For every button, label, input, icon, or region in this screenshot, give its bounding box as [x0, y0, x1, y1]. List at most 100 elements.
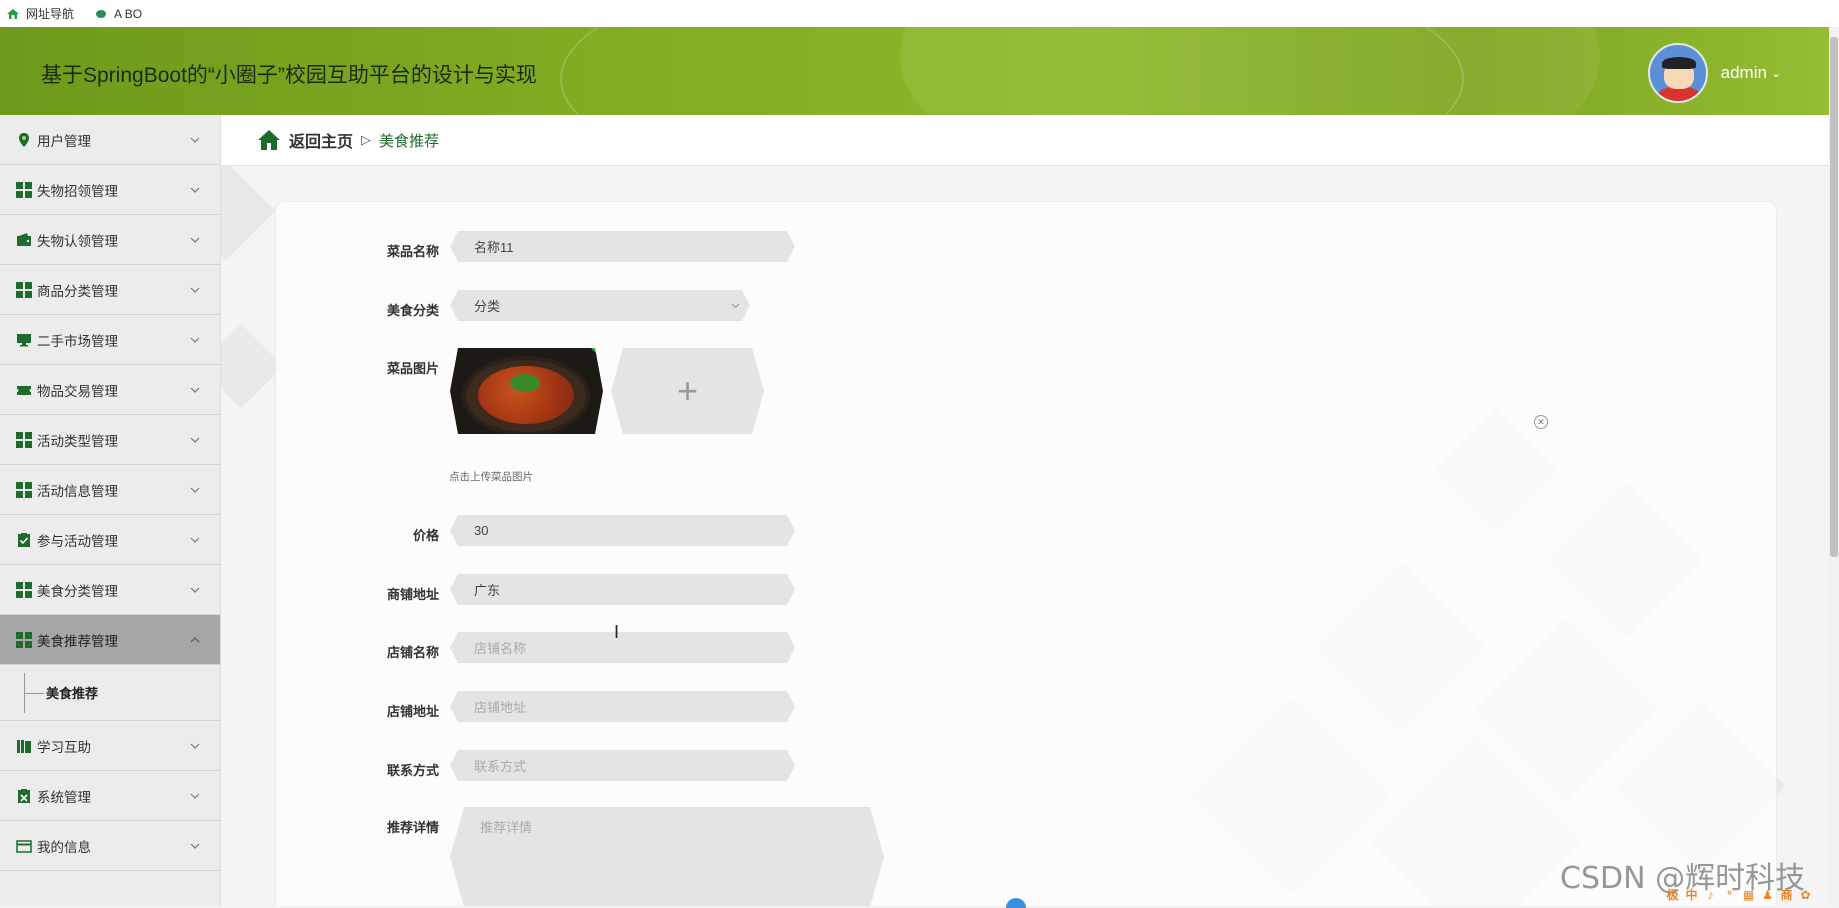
breadcrumb: 返回主页 ▷ 美食推荐 [221, 115, 1829, 166]
shop-address-input[interactable]: 广东 [450, 574, 795, 605]
sidebar-item-label: 失物招领管理 [37, 183, 118, 199]
sidebar-item-label: 二手市场管理 [37, 333, 118, 349]
sidebar-item-my-info[interactable]: 我的信息 [0, 821, 220, 871]
bookmark-nav[interactable]: 网址导航 [6, 5, 74, 22]
form-row-price: 价格 30 [276, 515, 795, 546]
chevron-down-icon[interactable]: ⌄ [1771, 66, 1781, 80]
tray-icon[interactable]: ▦ [1740, 887, 1757, 903]
id-card-icon [16, 839, 32, 853]
sidebar-item-label: 活动类型管理 [37, 433, 118, 449]
scrollbar-thumb[interactable] [1830, 37, 1838, 557]
sidebar-item-label: 参与活动管理 [37, 533, 118, 549]
store-name-input[interactable]: 店铺名称 [450, 632, 795, 663]
sidebar-item-lost-found[interactable]: 失物招领管理 [0, 165, 220, 215]
sidebar: 用户管理 失物招领管理 失物认领管理 商品分类管理 二手市场管理 物品交易管理 … [0, 115, 221, 906]
map-pin-icon [19, 132, 29, 147]
sidebar-item-label: 活动信息管理 [37, 483, 118, 499]
breadcrumb-current: 美食推荐 [379, 132, 440, 150]
form-row-image: 菜品图片 + [276, 348, 764, 434]
user-menu[interactable]: admin ⌄ [1647, 43, 1781, 103]
sidebar-item-label: 商品分类管理 [37, 283, 118, 299]
category-label: 美食分类 [386, 303, 439, 318]
details-textarea[interactable]: 推荐详情 [450, 807, 884, 906]
price-input[interactable]: 30 [450, 515, 795, 546]
sidebar-item-label: 物品交易管理 [37, 383, 118, 399]
sidebar-item-label: 我的信息 [37, 839, 91, 855]
dish-image-thumbnail[interactable] [450, 348, 603, 434]
bookmark-label: 网址导航 [26, 7, 75, 21]
close-circle-icon[interactable]: ✕ [1534, 415, 1548, 429]
store-address-input[interactable]: 店铺地址 [450, 691, 795, 722]
breadcrumb-home-link[interactable]: 返回主页 [289, 128, 353, 152]
chevron-down-icon [190, 487, 200, 493]
chevron-down-icon [190, 537, 200, 543]
home-icon[interactable] [257, 129, 281, 151]
category-select[interactable]: 分类 [450, 290, 750, 321]
bookmarks-bar: 网址导航 A BO [0, 0, 1839, 28]
sidebar-item-second-hand[interactable]: 二手市场管理 [0, 315, 220, 365]
bookmark-label: A BO [114, 6, 143, 21]
sidebar-item-activity-join[interactable]: 参与活动管理 [0, 515, 220, 565]
home-green-icon [7, 8, 19, 19]
sidebar-item-system[interactable]: 系统管理 [0, 771, 220, 821]
chevron-down-icon [731, 301, 740, 310]
chevron-down-icon [190, 587, 200, 593]
leaf-icon [96, 9, 107, 18]
tray-icon[interactable]: 极 [1664, 887, 1681, 903]
scrollbar[interactable] [1829, 27, 1839, 906]
grid-icon [16, 581, 32, 598]
contact-label: 联系方式 [386, 763, 439, 778]
sidebar-item-food-category[interactable]: 美食分类管理 [0, 565, 220, 615]
tray-icon[interactable]: ♪ [1702, 887, 1719, 903]
chevron-down-icon [190, 793, 200, 799]
breadcrumb-separator: ▷ [361, 132, 372, 147]
sidebar-item-trade[interactable]: 物品交易管理 [0, 365, 220, 415]
tray-icon[interactable]: ♟ [1759, 887, 1776, 903]
form-row-store-address: 店铺地址 店铺地址 [276, 691, 795, 722]
avatar[interactable] [1647, 43, 1708, 103]
grid-icon [16, 631, 32, 648]
grid-icon [16, 281, 32, 298]
grid-icon [16, 431, 32, 448]
grid-icon [16, 481, 32, 498]
form-row-category: 美食分类 分类 [276, 290, 750, 321]
sidebar-item-food-recommend[interactable]: 美食推荐管理 [0, 615, 220, 665]
sidebar-item-product-category[interactable]: 商品分类管理 [0, 265, 220, 315]
price-label: 价格 [412, 528, 439, 543]
sidebar-item-users[interactable]: 用户管理 [0, 115, 220, 165]
sidebar-subitem-food-recommend[interactable]: 美食推荐 [0, 665, 220, 721]
contact-input[interactable]: 联系方式 [450, 750, 795, 781]
form-row-store-name: 店铺名称 店铺名称 [276, 632, 795, 663]
tray-icon[interactable]: ✿ [1797, 887, 1814, 903]
chevron-down-icon [190, 387, 200, 393]
form-row-shop-address: 商铺地址 广东 [276, 574, 795, 605]
sidebar-item-activity-type[interactable]: 活动类型管理 [0, 415, 220, 465]
sidebar-item-label: 用户管理 [37, 133, 91, 149]
sidebar-item-activity-info[interactable]: 活动信息管理 [0, 465, 220, 515]
app-title: 基于SpringBoot的“小圈子”校园互助平台的设计与实现 [41, 64, 537, 87]
books-icon [17, 739, 31, 753]
chevron-up-icon [190, 636, 200, 642]
chevron-down-icon [190, 137, 200, 143]
chevron-down-icon [190, 743, 200, 749]
tray-icon[interactable]: ° [1721, 887, 1738, 903]
sidebar-item-study[interactable]: 学习互助 [0, 721, 220, 771]
user-name[interactable]: admin [1721, 63, 1767, 83]
upload-hint: 点击上传菜品图片 [449, 471, 533, 483]
clipboard-check-icon [18, 532, 30, 547]
plus-icon: + [676, 370, 699, 411]
sidebar-item-label: 失物认领管理 [37, 233, 118, 249]
chevron-down-icon [190, 187, 200, 193]
dish-name-input[interactable]: 名称11 [450, 231, 795, 262]
sidebar-subitem-label: 美食推荐 [46, 686, 99, 701]
sidebar-item-lost-claim[interactable]: 失物认领管理 [0, 215, 220, 265]
dish-name-label: 菜品名称 [386, 244, 439, 259]
image-upload-button[interactable]: + [611, 348, 764, 434]
tray-icon[interactable]: 中 [1683, 887, 1700, 903]
sidebar-item-label: 美食推荐管理 [37, 633, 118, 649]
sidebar-item-label: 美食分类管理 [37, 583, 118, 599]
form-row-dish-name: 菜品名称 名称11 [276, 231, 795, 262]
bookmark-abo[interactable]: A BO [94, 7, 142, 21]
chevron-down-icon [190, 237, 200, 243]
tray-icon[interactable]: 商 [1778, 887, 1795, 903]
